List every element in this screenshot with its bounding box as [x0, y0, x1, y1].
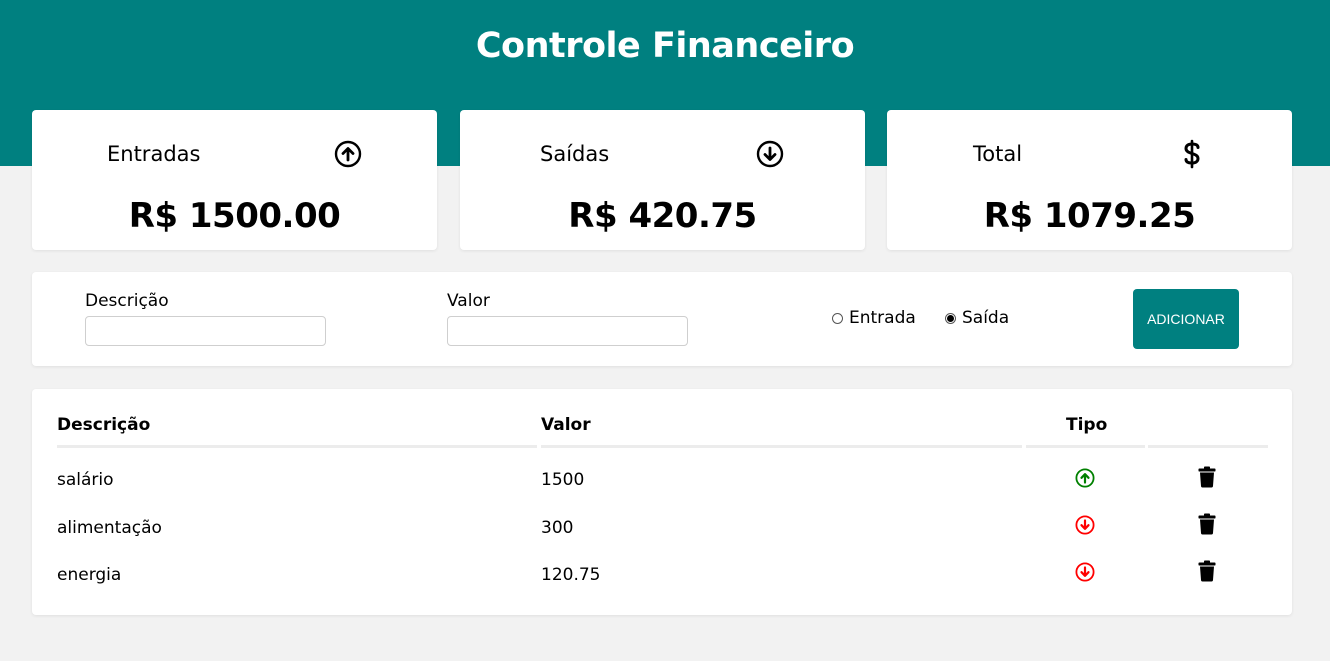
row-description: alimentação	[57, 518, 162, 538]
income-card-title: Entradas	[107, 142, 201, 166]
arrow-down-circle-icon	[1074, 514, 1096, 536]
total-card: Total R$ 1079.25	[887, 110, 1292, 250]
trash-icon[interactable]	[1196, 560, 1218, 582]
arrow-up-circle-icon	[1074, 467, 1096, 489]
arrow-down-circle-icon	[1074, 561, 1096, 583]
trash-icon[interactable]	[1196, 513, 1218, 535]
value-input[interactable]	[447, 316, 688, 346]
table-header-type: Tipo	[1066, 415, 1108, 435]
radio-income-option[interactable]: Entrada	[832, 308, 916, 328]
arrow-up-circle-icon	[334, 140, 362, 168]
radio-expense-label: Saída	[962, 308, 1010, 328]
header-divider	[57, 445, 537, 448]
arrow-down-circle-icon	[756, 140, 784, 168]
expense-card: Saídas R$ 420.75	[460, 110, 865, 250]
header-divider	[1148, 445, 1268, 448]
row-value: 1500	[541, 470, 585, 490]
transaction-form: Descrição Valor Entrada Saída ADICIONAR	[32, 272, 1292, 366]
row-description: salário	[57, 470, 114, 490]
value-label: Valor	[447, 291, 490, 311]
description-input[interactable]	[85, 316, 326, 346]
header-divider	[1026, 445, 1145, 448]
radio-expense[interactable]	[945, 312, 956, 324]
page-title: Controle Financeiro	[475, 26, 855, 66]
expense-card-title: Saídas	[540, 142, 610, 166]
income-card: Entradas R$ 1500.00	[32, 110, 437, 250]
row-description: energia	[57, 565, 122, 585]
description-label: Descrição	[85, 291, 169, 311]
expense-total-value: R$ 420.75	[568, 196, 757, 236]
income-total-value: R$ 1500.00	[128, 196, 341, 236]
transactions-table: Descrição Valor Tipo salário 1500 alimen…	[32, 389, 1292, 615]
trash-icon[interactable]	[1196, 466, 1218, 488]
row-value: 120.75	[541, 565, 601, 585]
radio-expense-option[interactable]: Saída	[945, 308, 1009, 328]
row-value: 300	[541, 518, 574, 538]
balance-total-value: R$ 1079.25	[983, 196, 1196, 236]
table-header-value: Valor	[541, 415, 591, 435]
radio-income-label: Entrada	[849, 308, 916, 328]
add-button[interactable]: ADICIONAR	[1133, 289, 1239, 349]
header-divider	[541, 445, 1022, 448]
table-header-description: Descrição	[57, 415, 151, 435]
total-card-title: Total	[973, 142, 1023, 166]
radio-income[interactable]	[832, 312, 843, 324]
dollar-icon	[1178, 139, 1206, 169]
